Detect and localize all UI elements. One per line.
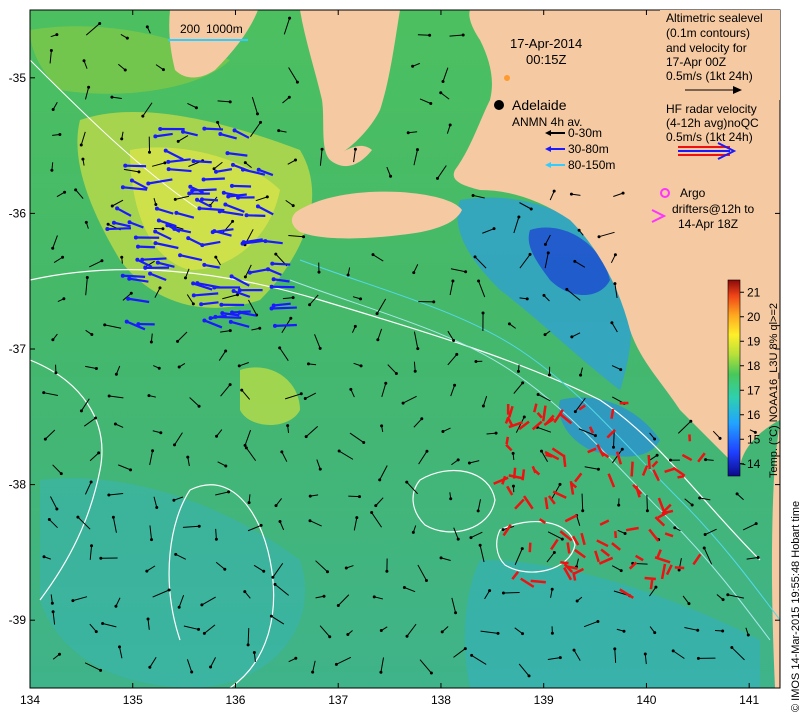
- altimetric-legend-line: Altimetric sealevel: [666, 11, 763, 25]
- time-title: 00:15Z: [526, 52, 567, 67]
- hf-radar-vector: [649, 579, 654, 590]
- altimetric-legend-line: and velocity for: [666, 41, 747, 55]
- svg-text:0-30m: 0-30m: [568, 126, 602, 140]
- hf-radar-vector: [530, 579, 546, 584]
- scale-bar-label-200: 200: [180, 22, 200, 36]
- colorbar-tick-label: 15: [747, 432, 761, 446]
- hf-radar-vector: [528, 542, 532, 553]
- city-label-adelaide: Adelaide: [512, 97, 567, 113]
- colorbar-tick-label: 19: [747, 334, 761, 348]
- altimetric-legend-line: 17-Apr 00Z: [666, 55, 726, 69]
- hf-radar-vector: [614, 531, 618, 539]
- altimetric-legend-line: 0.5m/s (1kt 24h): [666, 69, 753, 83]
- x-tick-label: 135: [123, 693, 143, 707]
- hf-radar-vector: [677, 474, 685, 479]
- altimetric-legend-line: (0.1m contours): [666, 26, 750, 40]
- hf-radar-vector: [647, 454, 651, 470]
- hf-radar-vector: [630, 461, 634, 477]
- colorbar: [727, 279, 741, 477]
- hf-legend-line: HF radar velocity: [666, 102, 757, 116]
- hf-radar-vector: [566, 542, 571, 554]
- credit-text: © IMOS 14-Mar-2015 19:55:48 Hobart time: [790, 500, 800, 712]
- y-tick-label: -39: [9, 613, 27, 627]
- hobart-time-label: Hobart time: [790, 500, 800, 558]
- x-tick-label: 139: [534, 693, 554, 707]
- hf-radar-vector: [610, 408, 615, 419]
- hf-radar-vector: [674, 566, 685, 570]
- hf-radar-vector: [544, 497, 549, 510]
- colorbar-tick-label: 17: [747, 383, 761, 397]
- argo-legend-label: Argo: [680, 186, 706, 200]
- hf-radar-vector: [562, 454, 567, 468]
- hf-radar-vector: [505, 436, 510, 445]
- x-tick-label: 141: [739, 693, 759, 707]
- hf-legend-line: (4-12h avg)noQC: [666, 116, 759, 130]
- colorbar-label: Temp. (°C) NOAA16_L3U 8% ql>=2: [768, 303, 780, 478]
- colorbar-tick-label: 16: [747, 408, 761, 422]
- x-tick-label: 138: [431, 693, 451, 707]
- hf-radar-vector: [644, 576, 656, 581]
- y-tick-label: -35: [9, 71, 27, 85]
- colorbar-tick-label: 14: [747, 457, 761, 471]
- svg-text:30-80m: 30-80m: [568, 142, 609, 156]
- hf-radar-vector: [560, 561, 569, 565]
- orange-marker: [504, 75, 510, 81]
- y-tick-label: -36: [9, 206, 27, 220]
- adelaide-marker: [494, 100, 504, 110]
- colorbar-tick-label: 20: [747, 310, 761, 324]
- colorbar-tick-label: 21: [747, 285, 761, 299]
- sst-map: 134 135 136 137 138 139 140 141-35-36-37-38-39 …: [9, 9, 781, 707]
- colorbar-tick-label: 18: [747, 359, 761, 373]
- x-tick-label: 140: [636, 693, 656, 707]
- x-tick-label: 134: [20, 693, 40, 707]
- drifter-legend-line: drifters@12h to: [672, 202, 755, 216]
- drifter-legend-line: 14-Apr 18Z: [678, 217, 738, 231]
- scale-bar-label-1000: 1000m: [206, 22, 243, 36]
- x-tick-label: 136: [225, 693, 245, 707]
- y-tick-label: -38: [9, 478, 27, 492]
- date-title: 17-Apr-2014: [510, 36, 582, 51]
- x-tick-label: 137: [328, 693, 348, 707]
- hf-legend-line: 0.5m/s (1kt 24h): [666, 130, 753, 144]
- svg-text:80-150m: 80-150m: [568, 158, 615, 172]
- y-tick-label: -37: [9, 342, 27, 356]
